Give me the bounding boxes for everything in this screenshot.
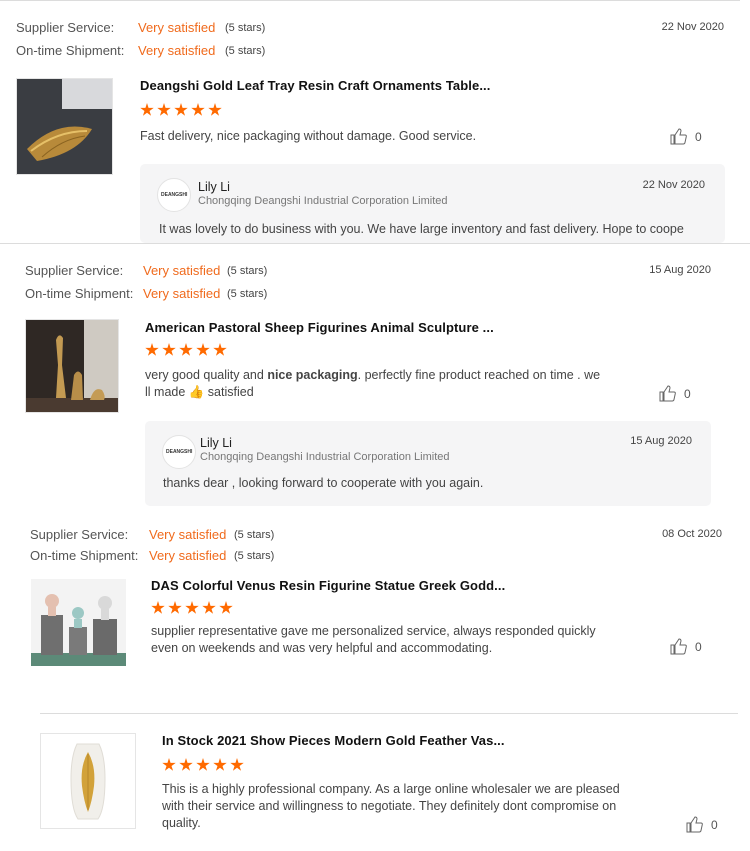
- supplier-service-stars: (5 stars): [225, 22, 266, 34]
- shipment-value: Very satisfied: [149, 548, 227, 563]
- star-icon: [151, 601, 165, 614]
- review-3: Supplier Service: Very satisfied (5 star…: [0, 518, 750, 713]
- rating-stars: [140, 103, 222, 117]
- like-button[interactable]: 0: [670, 638, 702, 655]
- shipment-label: On-time Shipment:: [25, 286, 134, 301]
- supplier-logo: DEANGSHI: [162, 435, 196, 469]
- star-icon: [174, 103, 188, 116]
- like-button[interactable]: 0: [686, 816, 718, 833]
- star-icon: [196, 758, 210, 771]
- thumbs-up-icon: [659, 385, 676, 402]
- star-icon: [162, 758, 176, 771]
- like-count: 0: [695, 129, 702, 144]
- star-icon: [157, 103, 171, 116]
- star-icon: [208, 103, 222, 116]
- star-icon: [196, 343, 210, 356]
- supplier-service-label: Supplier Service:: [25, 263, 124, 278]
- review-date: 08 Oct 2020: [662, 528, 722, 540]
- like-button[interactable]: 0: [659, 385, 691, 402]
- review-1: Supplier Service: Very satisfied (5 star…: [0, 0, 750, 243]
- product-thumbnail[interactable]: [31, 579, 126, 666]
- like-count: 0: [695, 639, 702, 654]
- thumbs-up-icon: [670, 638, 687, 655]
- review-comment: very good quality and nice packaging. pe…: [145, 368, 601, 399]
- product-thumbnail[interactable]: [25, 319, 119, 413]
- shipment-value: Very satisfied: [143, 286, 221, 301]
- product-title[interactable]: DAS Colorful Venus Resin Figurine Statue…: [151, 578, 505, 593]
- review-2: Supplier Service: Very satisfied (5 star…: [0, 243, 750, 518]
- shipment-stars: (5 stars): [234, 550, 275, 562]
- star-icon: [162, 343, 176, 356]
- review-date: 22 Nov 2020: [661, 21, 724, 33]
- rating-stars: [151, 601, 233, 615]
- star-icon: [230, 758, 244, 771]
- product-title[interactable]: In Stock 2021 Show Pieces Modern Gold Fe…: [162, 733, 505, 748]
- rating-stars: [145, 343, 227, 357]
- thumbs-up-icon: [686, 816, 703, 833]
- product-title[interactable]: American Pastoral Sheep Figurines Animal…: [145, 320, 494, 335]
- reply-company: Chongqing Deangshi Industrial Corporatio…: [200, 451, 450, 463]
- product-title[interactable]: Deangshi Gold Leaf Tray Resin Craft Orna…: [140, 78, 490, 93]
- like-button[interactable]: 0: [670, 128, 702, 145]
- supplier-service-value: Very satisfied: [138, 20, 216, 35]
- star-icon: [213, 758, 227, 771]
- review-comment: Fast delivery, nice packaging without da…: [140, 129, 477, 143]
- supplier-service-label: Supplier Service:: [30, 527, 129, 542]
- star-icon: [145, 343, 159, 356]
- product-thumbnail[interactable]: [16, 78, 113, 175]
- supplier-service-value: Very satisfied: [143, 263, 221, 278]
- shipment-value: Very satisfied: [138, 43, 216, 58]
- shipment-stars: (5 stars): [227, 288, 268, 300]
- review-4: In Stock 2021 Show Pieces Modern Gold Fe…: [0, 713, 750, 851]
- reply-company: Chongqing Deangshi Industrial Corporatio…: [198, 195, 448, 207]
- supplier-service-label: Supplier Service:: [16, 20, 115, 35]
- star-icon: [219, 601, 233, 614]
- star-icon: [202, 601, 216, 614]
- shipment-stars: (5 stars): [225, 45, 266, 57]
- star-icon: [185, 601, 199, 614]
- star-icon: [140, 103, 154, 116]
- like-count: 0: [711, 817, 718, 832]
- review-comment: This is a highly professional company. A…: [162, 782, 620, 830]
- review-date: 15 Aug 2020: [649, 264, 711, 276]
- reply-text: It was lovely to do business with you. W…: [159, 222, 684, 236]
- reply-text: thanks dear , looking forward to coopera…: [163, 476, 484, 490]
- supplier-service-stars: (5 stars): [234, 529, 275, 541]
- review-comment: supplier representative gave me personal…: [151, 624, 596, 655]
- reply-date: 22 Nov 2020: [642, 179, 705, 191]
- reply-name: Lily Li: [200, 436, 232, 450]
- reply-name: Lily Li: [198, 180, 230, 194]
- supplier-reply: DEANGSHI Lily Li Chongqing Deangshi Indu…: [145, 421, 711, 506]
- supplier-logo: DEANGSHI: [157, 178, 191, 212]
- supplier-service-stars: (5 stars): [227, 265, 268, 277]
- star-icon: [191, 103, 205, 116]
- shipment-label: On-time Shipment:: [30, 548, 139, 563]
- shipment-label: On-time Shipment:: [16, 43, 125, 58]
- star-icon: [168, 601, 182, 614]
- reply-date: 15 Aug 2020: [630, 435, 692, 447]
- star-icon: [213, 343, 227, 356]
- supplier-service-value: Very satisfied: [149, 527, 227, 542]
- star-icon: [179, 343, 193, 356]
- product-thumbnail[interactable]: [40, 733, 136, 829]
- thumbs-up-icon: [670, 128, 687, 145]
- supplier-reply: DEANGSHI Lily Li Chongqing Deangshi Indu…: [140, 164, 725, 243]
- rating-stars: [162, 758, 244, 772]
- star-icon: [179, 758, 193, 771]
- like-count: 0: [684, 386, 691, 401]
